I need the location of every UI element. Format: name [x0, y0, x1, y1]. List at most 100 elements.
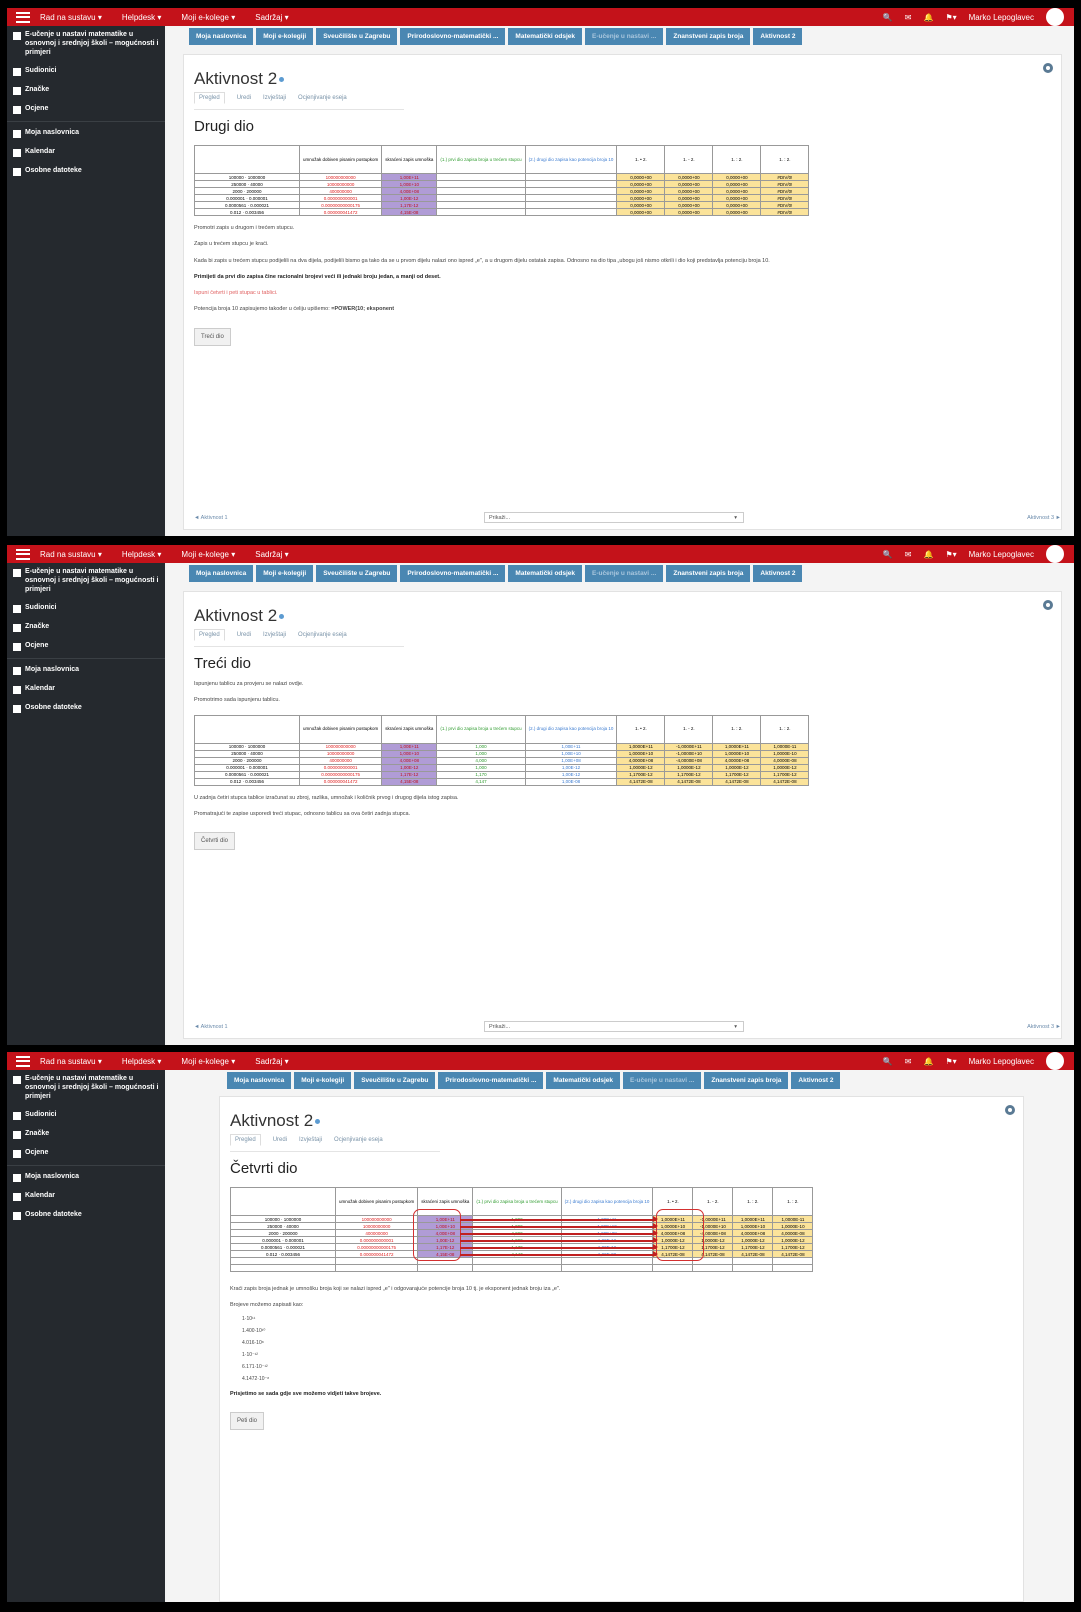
- crumb-kolegij[interactable]: E-učenje u nastavi ...: [585, 565, 664, 582]
- avatar[interactable]: [1046, 8, 1064, 26]
- mail-icon[interactable]: ✉: [905, 13, 912, 22]
- bell-icon[interactable]: 🔔: [923, 550, 933, 559]
- mail-icon[interactable]: ✉: [905, 1057, 912, 1066]
- table-cell-empty[interactable]: [436, 187, 526, 195]
- sidebar-course[interactable]: E-učenje u nastavi matematike u osnovnoj…: [7, 26, 165, 62]
- sidebar-item-ocjene[interactable]: Ocjene: [7, 1144, 165, 1163]
- sidebar-item-znacke[interactable]: Značke: [7, 618, 165, 637]
- crumb-kolegij[interactable]: E-učenje u nastavi ...: [585, 28, 664, 45]
- flag-icon[interactable]: ⚑▾: [945, 13, 956, 22]
- tab-izvjestaji[interactable]: Izvještaji: [263, 95, 286, 104]
- prev-activity-link[interactable]: ◄ Aktivnost 1: [194, 1024, 228, 1030]
- crumb-lekcija[interactable]: Znanstveni zapis broja: [666, 565, 751, 582]
- crumb-lekcija[interactable]: Znanstveni zapis broja: [666, 28, 751, 45]
- sidebar-item-sudionici[interactable]: Sudionici: [7, 1106, 165, 1125]
- sidebar-item-ocjene[interactable]: Ocjene: [7, 637, 165, 656]
- sidebar-item-datoteke[interactable]: Osobne datoteke: [7, 162, 165, 181]
- menu-kolegiji[interactable]: Moji e-kolege ▾: [181, 550, 235, 559]
- crumb-pmf[interactable]: Prirodoslovno-matematički ...: [400, 565, 506, 582]
- flag-icon[interactable]: ⚑▾: [945, 550, 956, 559]
- hamburger-icon[interactable]: [16, 548, 30, 560]
- table-cell-empty[interactable]: [524, 208, 618, 216]
- user-name[interactable]: Marko Lepoglavec: [969, 1057, 1034, 1066]
- menu-rad[interactable]: Rad na sustavu ▾: [40, 13, 102, 22]
- crumb-naslovnica[interactable]: Moja naslovnica: [189, 565, 254, 582]
- crumb-kolegij[interactable]: E-učenje u nastavi ...: [623, 1072, 702, 1089]
- next-part-button[interactable]: Četvrti dio: [194, 832, 236, 850]
- menu-kolegiji[interactable]: Moji e-kolege ▾: [181, 1057, 235, 1066]
- gear-icon[interactable]: [1005, 1105, 1015, 1115]
- sidebar-item-sudionici[interactable]: Sudionici: [7, 62, 165, 81]
- menu-helpdesk[interactable]: Helpdesk ▾: [122, 1057, 162, 1066]
- tab-uredi[interactable]: Uredi: [237, 95, 251, 104]
- sidebar-item-naslovnica[interactable]: Moja naslovnica: [7, 124, 165, 143]
- tab-uredi[interactable]: Uredi: [273, 1137, 287, 1146]
- crumb-kolegiji[interactable]: Moji e-kolegiji: [294, 1072, 352, 1089]
- crumb-aktivnost[interactable]: Aktivnost 2: [753, 565, 803, 582]
- tab-uredi[interactable]: Uredi: [237, 632, 251, 641]
- search-icon[interactable]: 🔍: [883, 13, 893, 22]
- tab-izvjestaji[interactable]: Izvještaji: [263, 632, 286, 641]
- sidebar-item-datoteke[interactable]: Osobne datoteke: [7, 1206, 165, 1225]
- sidebar-item-ocjene[interactable]: Ocjene: [7, 100, 165, 119]
- bell-icon[interactable]: 🔔: [923, 1057, 933, 1066]
- menu-kolegiji[interactable]: Moji e-kolege ▾: [181, 13, 235, 22]
- hamburger-icon[interactable]: [16, 11, 30, 23]
- table-cell-empty[interactable]: [524, 187, 618, 195]
- next-part-button[interactable]: Treći dio: [194, 327, 231, 346]
- crumb-naslovnica[interactable]: Moja naslovnica: [189, 28, 254, 45]
- crumb-aktivnost[interactable]: Aktivnost 2: [753, 28, 803, 45]
- crumb-sveuciliste[interactable]: Sveučilište u Zagrebu: [316, 565, 398, 582]
- table-cell-empty[interactable]: [436, 208, 526, 216]
- sidebar-item-kalendar[interactable]: Kalendar: [7, 143, 165, 162]
- menu-rad[interactable]: Rad na sustavu ▾: [40, 1057, 102, 1066]
- sidebar-item-naslovnica[interactable]: Moja naslovnica: [7, 661, 165, 680]
- jump-select[interactable]: Prikaži... ▾: [484, 512, 744, 523]
- crumb-odsjek[interactable]: Matematički odsjek: [546, 1072, 621, 1089]
- crumb-odsjek[interactable]: Matematički odsjek: [508, 565, 583, 582]
- menu-helpdesk[interactable]: Helpdesk ▾: [122, 550, 162, 559]
- menu-sadrzaj[interactable]: Sadržaj ▾: [255, 13, 288, 22]
- bell-icon[interactable]: 🔔: [923, 13, 933, 22]
- tab-ocjenjivanje[interactable]: Ocjenjivanje eseja: [334, 1137, 383, 1146]
- tab-pregled[interactable]: Pregled: [194, 629, 225, 641]
- crumb-naslovnica[interactable]: Moja naslovnica: [227, 1072, 292, 1089]
- table-cell-empty[interactable]: [436, 201, 526, 209]
- crumb-sveuciliste[interactable]: Sveučilište u Zagrebu: [316, 28, 398, 45]
- prev-activity-link[interactable]: ◄ Aktivnost 1: [194, 515, 228, 521]
- avatar[interactable]: [1046, 545, 1064, 563]
- sidebar-item-znacke[interactable]: Značke: [7, 81, 165, 100]
- sidebar-item-kalendar[interactable]: Kalendar: [7, 1187, 165, 1206]
- sidebar-item-kalendar[interactable]: Kalendar: [7, 680, 165, 699]
- crumb-aktivnost[interactable]: Aktivnost 2: [791, 1072, 841, 1089]
- crumb-kolegiji[interactable]: Moji e-kolegiji: [256, 565, 314, 582]
- sidebar-item-sudionici[interactable]: Sudionici: [7, 599, 165, 618]
- sidebar-course[interactable]: E-učenje u nastavi matematike u osnovnoj…: [7, 1070, 165, 1106]
- gear-icon[interactable]: [1043, 600, 1053, 610]
- crumb-odsjek[interactable]: Matematički odsjek: [508, 28, 583, 45]
- gear-icon[interactable]: [1043, 63, 1053, 73]
- sidebar-item-znacke[interactable]: Značke: [7, 1125, 165, 1144]
- crumb-kolegiji[interactable]: Moji e-kolegiji: [256, 28, 314, 45]
- menu-rad[interactable]: Rad na sustavu ▾: [40, 550, 102, 559]
- user-name[interactable]: Marko Lepoglavec: [969, 550, 1034, 559]
- crumb-pmf[interactable]: Prirodoslovno-matematički ...: [400, 28, 506, 45]
- next-part-button[interactable]: Peti dio: [230, 1411, 265, 1430]
- search-icon[interactable]: 🔍: [883, 1057, 893, 1066]
- mail-icon[interactable]: ✉: [905, 550, 912, 559]
- crumb-pmf[interactable]: Prirodoslovno-matematički ...: [438, 1072, 544, 1089]
- tab-ocjenjivanje[interactable]: Ocjenjivanje eseja: [298, 632, 347, 641]
- tab-ocjenjivanje[interactable]: Ocjenjivanje eseja: [298, 95, 347, 104]
- avatar[interactable]: [1046, 1052, 1064, 1070]
- table-cell-empty[interactable]: [436, 180, 526, 188]
- menu-sadrzaj[interactable]: Sadržaj ▾: [255, 1057, 288, 1066]
- sidebar-course[interactable]: E-učenje u nastavi matematike u osnovnoj…: [7, 563, 165, 599]
- tab-izvjestaji[interactable]: Izvještaji: [299, 1137, 322, 1146]
- table-cell-empty[interactable]: [436, 173, 526, 181]
- next-activity-link[interactable]: Aktivnost 3 ►: [1027, 1024, 1061, 1030]
- table-cell-empty[interactable]: [524, 194, 618, 202]
- flag-icon[interactable]: ⚑▾: [945, 1057, 956, 1066]
- hamburger-icon[interactable]: [16, 1055, 30, 1067]
- menu-helpdesk[interactable]: Helpdesk ▾: [122, 13, 162, 22]
- sidebar-item-naslovnica[interactable]: Moja naslovnica: [7, 1168, 165, 1187]
